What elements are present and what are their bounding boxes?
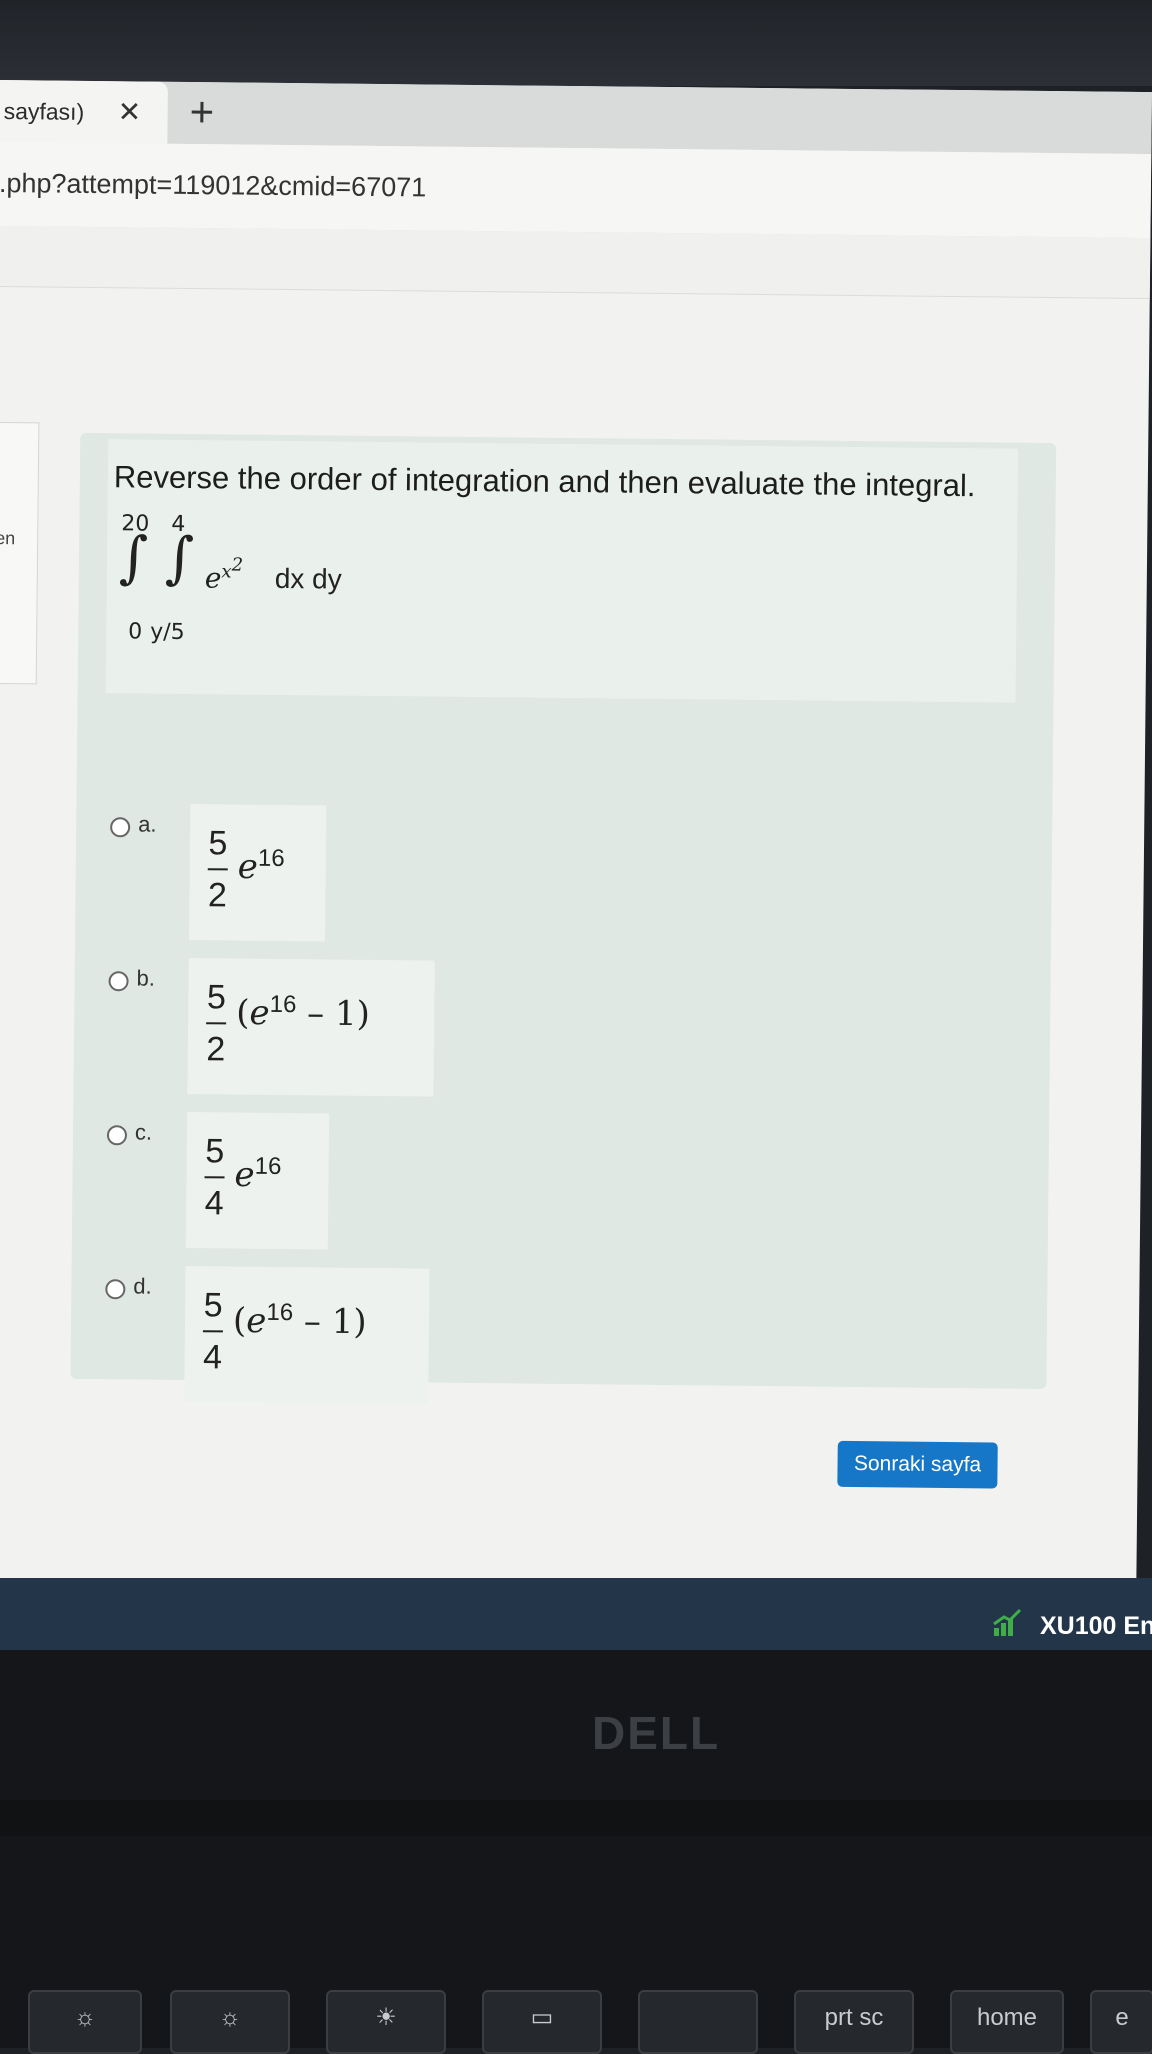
- project-screen-icon: ▭: [530, 2004, 554, 2031]
- radio-button[interactable]: [110, 817, 131, 838]
- option-answer: 54 e16: [185, 1112, 330, 1250]
- windows-taskbar: [0, 1578, 1152, 1650]
- stock-ticker-text[interactable]: XU100 En: [1040, 1612, 1152, 1641]
- fraction: 54: [204, 1132, 225, 1223]
- option-letter: a.: [138, 811, 157, 837]
- brightness-down-icon: ☼: [219, 2004, 241, 2031]
- tab-title: sayfası): [3, 98, 85, 125]
- radio-button[interactable]: [108, 971, 129, 992]
- radio-button[interactable]: [105, 1279, 126, 1300]
- option-letter: d.: [133, 1273, 152, 1299]
- option-b[interactable]: b. 52 (e16 – 1): [108, 958, 435, 1097]
- option-answer: 54 (e16 – 1): [184, 1266, 430, 1405]
- option-letter: b.: [136, 965, 156, 991]
- fraction: 54: [202, 1286, 223, 1377]
- answer-expression: (e16 – 1): [236, 990, 371, 1035]
- answer-expression: e16: [237, 844, 285, 888]
- brightness-up-icon: ☀: [375, 2004, 397, 2031]
- question-box: Reverse the order of integration and the…: [70, 432, 1057, 1405]
- laptop-keyboard-deck: [0, 1650, 1152, 2048]
- fraction: 52: [206, 978, 227, 1069]
- integrand: ex2: [204, 554, 244, 595]
- browser-tab[interactable]: sayfası) ✕: [0, 80, 168, 146]
- url-text[interactable]: .php?attempt=119012&cmid=67071: [0, 168, 426, 203]
- inner-lower-limit: y/5: [150, 619, 185, 645]
- option-answer: 52 (e16 – 1): [187, 958, 435, 1097]
- quiz-navigation-panel: en: [0, 421, 40, 685]
- laptop-top-bezel: [0, 0, 1152, 86]
- keyboard-hinge: [0, 1800, 1152, 1836]
- stock-chart-icon[interactable]: [992, 1608, 1022, 1638]
- dell-logo: DELL: [592, 1707, 721, 1759]
- option-answer: 52 e16: [189, 804, 327, 942]
- outer-lower-limit: 0: [128, 619, 143, 645]
- answer-expression: (e16 – 1): [232, 1298, 367, 1343]
- nav-panel-text: en: [0, 527, 16, 549]
- bookmarks-bar: [0, 225, 1151, 300]
- key-end: e: [1090, 1990, 1152, 2054]
- inner-integral-sign: ∫: [164, 525, 195, 592]
- option-d[interactable]: d. 54 (e16 – 1): [104, 1266, 430, 1405]
- address-bar[interactable]: .php?attempt=119012&cmid=67071: [0, 141, 1152, 240]
- key-home: home: [950, 1990, 1064, 2054]
- key-project: ▭: [482, 1990, 602, 2054]
- answer-expression: e16: [234, 1152, 282, 1196]
- key-blank: [638, 1990, 758, 2054]
- backlight-icon: ☼: [74, 2004, 96, 2031]
- key-brightness-down: ☼: [170, 1990, 290, 2054]
- key-brightness-up: ☀: [326, 1990, 446, 2054]
- new-tab-icon[interactable]: +: [189, 88, 214, 136]
- radio-button[interactable]: [106, 1125, 128, 1146]
- integral-expression: 20 ∫ 0 4 ∫ y/5 ex2 dx dy: [106, 511, 407, 654]
- question-prompt: Reverse the order of integration and the…: [113, 459, 976, 504]
- next-page-button[interactable]: Sonraki sayfa: [837, 1440, 998, 1489]
- key-keyboard-backlight: ☼: [28, 1990, 142, 2054]
- screen: sayfası) ✕ + .php?attempt=119012&cmid=67…: [0, 80, 1152, 1662]
- differentials: dx dy: [274, 562, 342, 595]
- question-text-area: Reverse the order of integration and the…: [105, 439, 1019, 703]
- outer-integral-sign: ∫: [118, 525, 149, 591]
- option-c[interactable]: c. 54 e16: [106, 1112, 427, 1250]
- close-tab-icon[interactable]: ✕: [118, 95, 142, 128]
- option-a[interactable]: a. 52 e16: [109, 804, 430, 942]
- key-print-screen: prt sc: [794, 1990, 914, 2054]
- option-letter: c.: [134, 1119, 153, 1145]
- fraction: 52: [207, 824, 228, 915]
